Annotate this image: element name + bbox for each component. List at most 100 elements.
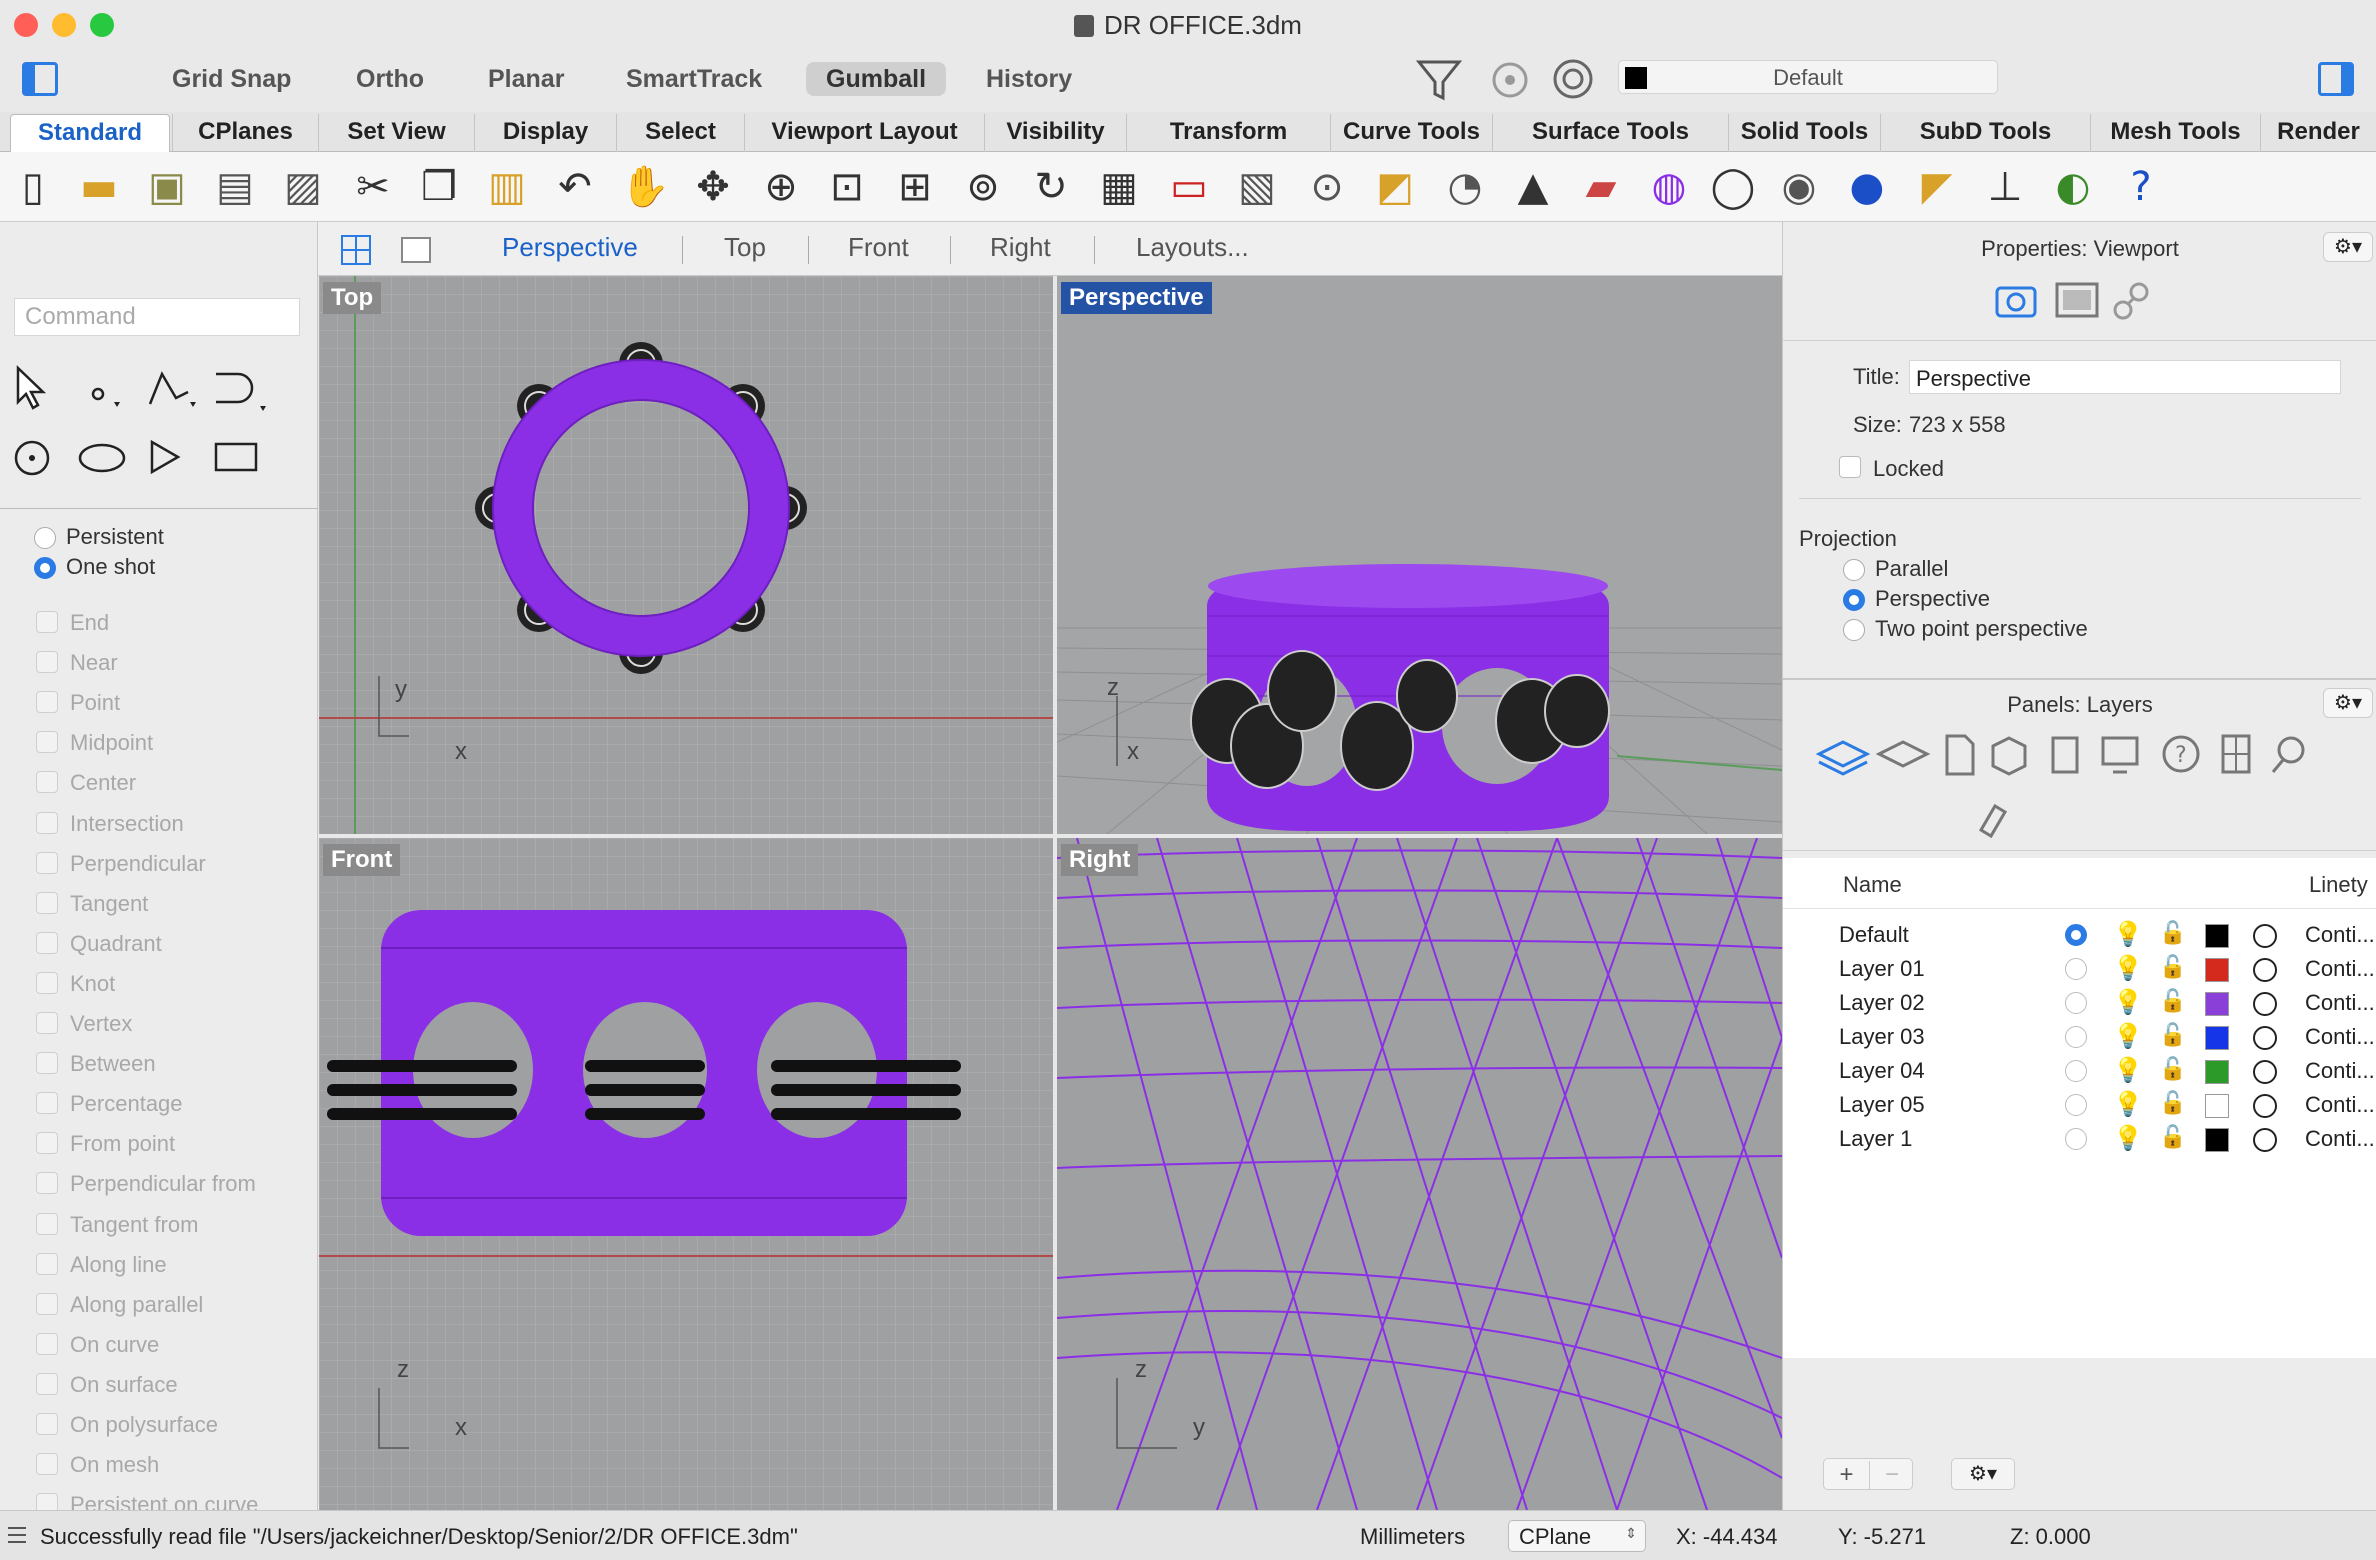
- flag-icon[interactable]: ◤: [1912, 162, 1962, 212]
- light-bulb-icon[interactable]: 💡: [2113, 1124, 2143, 1153]
- rotate-camera-icon[interactable]: ↻: [1026, 162, 1076, 212]
- gumball-icon[interactable]: ◩: [1370, 162, 1420, 212]
- tab-select[interactable]: Select: [616, 114, 744, 152]
- linked-objects-icon[interactable]: [2113, 282, 2149, 320]
- tab-subd-tools[interactable]: SubD Tools: [1880, 114, 2090, 152]
- layer-current-radio[interactable]: [2065, 958, 2087, 980]
- layer-row[interactable]: Layer 1 💡 🔓 Conti...: [1783, 1122, 2376, 1156]
- osnap-checkbox[interactable]: [36, 1372, 58, 1395]
- layer-row[interactable]: Layer 02 💡 🔓 Conti...: [1783, 986, 2376, 1020]
- block-icon[interactable]: [1991, 736, 2027, 776]
- osnap-checkbox[interactable]: [36, 771, 58, 794]
- single-viewport-layout-icon[interactable]: [400, 234, 432, 266]
- add-layer-button[interactable]: +: [1824, 1461, 1869, 1489]
- select-arrow-icon[interactable]: [16, 365, 47, 410]
- print-color-circle[interactable]: [2253, 924, 2277, 948]
- help-circle-icon[interactable]: ?: [2162, 735, 2200, 773]
- layer-row[interactable]: Layer 04 💡 🔓 Conti...: [1783, 1054, 2376, 1088]
- layer-name[interactable]: Layer 01: [1839, 956, 1925, 982]
- light-bulb-icon[interactable]: 💡: [2113, 1090, 2143, 1119]
- cplane-selector[interactable]: CPlane ⇕: [1508, 1520, 1646, 1552]
- layer-row[interactable]: Layer 01 💡 🔓 Conti...: [1783, 952, 2376, 986]
- vp-tab-perspective[interactable]: Perspective: [502, 232, 638, 263]
- command-history-icon[interactable]: [8, 1527, 26, 1543]
- light-bulb-icon[interactable]: 💡: [2113, 954, 2143, 983]
- record-history-icon[interactable]: [1488, 58, 1532, 102]
- layer-row[interactable]: Layer 05 💡 🔓 Conti...: [1783, 1088, 2376, 1122]
- layer-color-swatch[interactable]: [2205, 1060, 2229, 1084]
- layer-name[interactable]: Default: [1839, 922, 1909, 948]
- viewport-right[interactable]: Right z y: [1057, 838, 1782, 1510]
- osnap-checkbox[interactable]: [36, 1132, 58, 1155]
- polyline-icon[interactable]: [148, 371, 196, 407]
- tab-curve-tools[interactable]: Curve Tools: [1330, 114, 1492, 152]
- print-color-circle[interactable]: [2253, 992, 2277, 1016]
- layer-color-swatch[interactable]: [2205, 1026, 2229, 1050]
- history-toggle[interactable]: History: [966, 62, 1092, 96]
- planar-toggle[interactable]: Planar: [468, 62, 584, 96]
- command-input[interactable]: Command: [14, 298, 300, 336]
- tab-display[interactable]: Display: [474, 114, 616, 152]
- layer-color-swatch[interactable]: [2205, 958, 2229, 982]
- sidebar-toggle-left-icon[interactable]: [22, 62, 58, 96]
- print-icon[interactable]: ▤: [210, 162, 260, 212]
- tab-render[interactable]: Render: [2260, 114, 2376, 152]
- color-wheel-icon[interactable]: ◍: [1644, 162, 1694, 212]
- notes-icon[interactable]: [1945, 734, 1975, 776]
- arc-icon[interactable]: [150, 439, 181, 475]
- osnap-checkbox[interactable]: [36, 931, 58, 954]
- point-icon[interactable]: [91, 387, 120, 407]
- layer-name[interactable]: Layer 1: [1839, 1126, 1912, 1152]
- layer-selector[interactable]: Default: [1618, 60, 1998, 94]
- filter-icon[interactable]: [1414, 54, 1464, 104]
- render-icon[interactable]: [2051, 736, 2079, 774]
- zoom-selected-icon[interactable]: ⊚: [958, 162, 1008, 212]
- osnap-checkbox[interactable]: [36, 1252, 58, 1275]
- layer-color-swatch[interactable]: [2205, 1128, 2229, 1152]
- car-icon[interactable]: ▭: [1164, 162, 1214, 212]
- zoom-window-icon[interactable]: ⊡: [822, 162, 872, 212]
- layer-color-swatch[interactable]: [2205, 1094, 2229, 1118]
- osnap-checkbox[interactable]: [36, 1052, 58, 1075]
- lock-icon[interactable]: 🔓: [2159, 1090, 2186, 1116]
- brush-icon[interactable]: [1978, 803, 2008, 839]
- import-icon[interactable]: ▨: [278, 162, 328, 212]
- undo-icon[interactable]: ↶: [550, 162, 600, 212]
- osnap-checkbox[interactable]: [36, 891, 58, 914]
- viewport-top[interactable]: Top y x: [319, 276, 1053, 834]
- layer-row[interactable]: Default 💡 🔓 Conti...: [1783, 918, 2376, 952]
- title-field[interactable]: Perspective: [1909, 360, 2341, 394]
- globe-icon[interactable]: ◐: [2048, 162, 2098, 212]
- osnap-checkbox[interactable]: [36, 651, 58, 674]
- curve-icon[interactable]: [216, 372, 266, 411]
- tree-icon[interactable]: ⊥: [1980, 162, 2030, 212]
- tab-standard[interactable]: Standard: [10, 114, 170, 152]
- grid-plane-icon[interactable]: ▧: [1232, 162, 1282, 212]
- paste-icon[interactable]: ▥: [482, 162, 532, 212]
- lock-icon[interactable]: 🔓: [2159, 1056, 2186, 1082]
- new-file-icon[interactable]: ▯: [8, 162, 58, 212]
- layers-gear-button[interactable]: ⚙▾: [2323, 688, 2373, 718]
- layers-icon[interactable]: [1815, 740, 1871, 776]
- light-bulb-icon[interactable]: 💡: [2113, 988, 2143, 1017]
- layer-current-radio[interactable]: [2065, 1094, 2087, 1116]
- display-mode-icon[interactable]: [2055, 282, 2099, 318]
- osnap-checkbox[interactable]: [36, 1012, 58, 1034]
- layer-current-radio[interactable]: [2065, 924, 2087, 946]
- sphere-shaded-icon[interactable]: ◉: [1774, 162, 1824, 212]
- osnap-checkbox[interactable]: [36, 1212, 58, 1235]
- zoom-extents-icon[interactable]: ⊞: [890, 162, 940, 212]
- print-color-circle[interactable]: [2253, 1094, 2277, 1118]
- lock-icon[interactable]: 🔓: [2159, 920, 2186, 946]
- viewport-perspective[interactable]: Perspective z x: [1057, 276, 1782, 834]
- light-bulb-icon[interactable]: 💡: [2113, 1056, 2143, 1085]
- cplane-icon[interactable]: ⊙: [1302, 162, 1352, 212]
- viewport-camera-icon[interactable]: [1995, 286, 2037, 318]
- lock-icon[interactable]: 🔓: [2159, 954, 2186, 980]
- light-bulb-icon[interactable]: ◔: [1440, 162, 1490, 212]
- sphere-render-icon[interactable]: ●: [1842, 162, 1892, 212]
- layer-states-icon[interactable]: [1875, 740, 1931, 768]
- osnap-checkbox[interactable]: [36, 691, 58, 714]
- help-icon[interactable]: ?: [2116, 162, 2166, 212]
- print-color-circle[interactable]: [2253, 1060, 2277, 1084]
